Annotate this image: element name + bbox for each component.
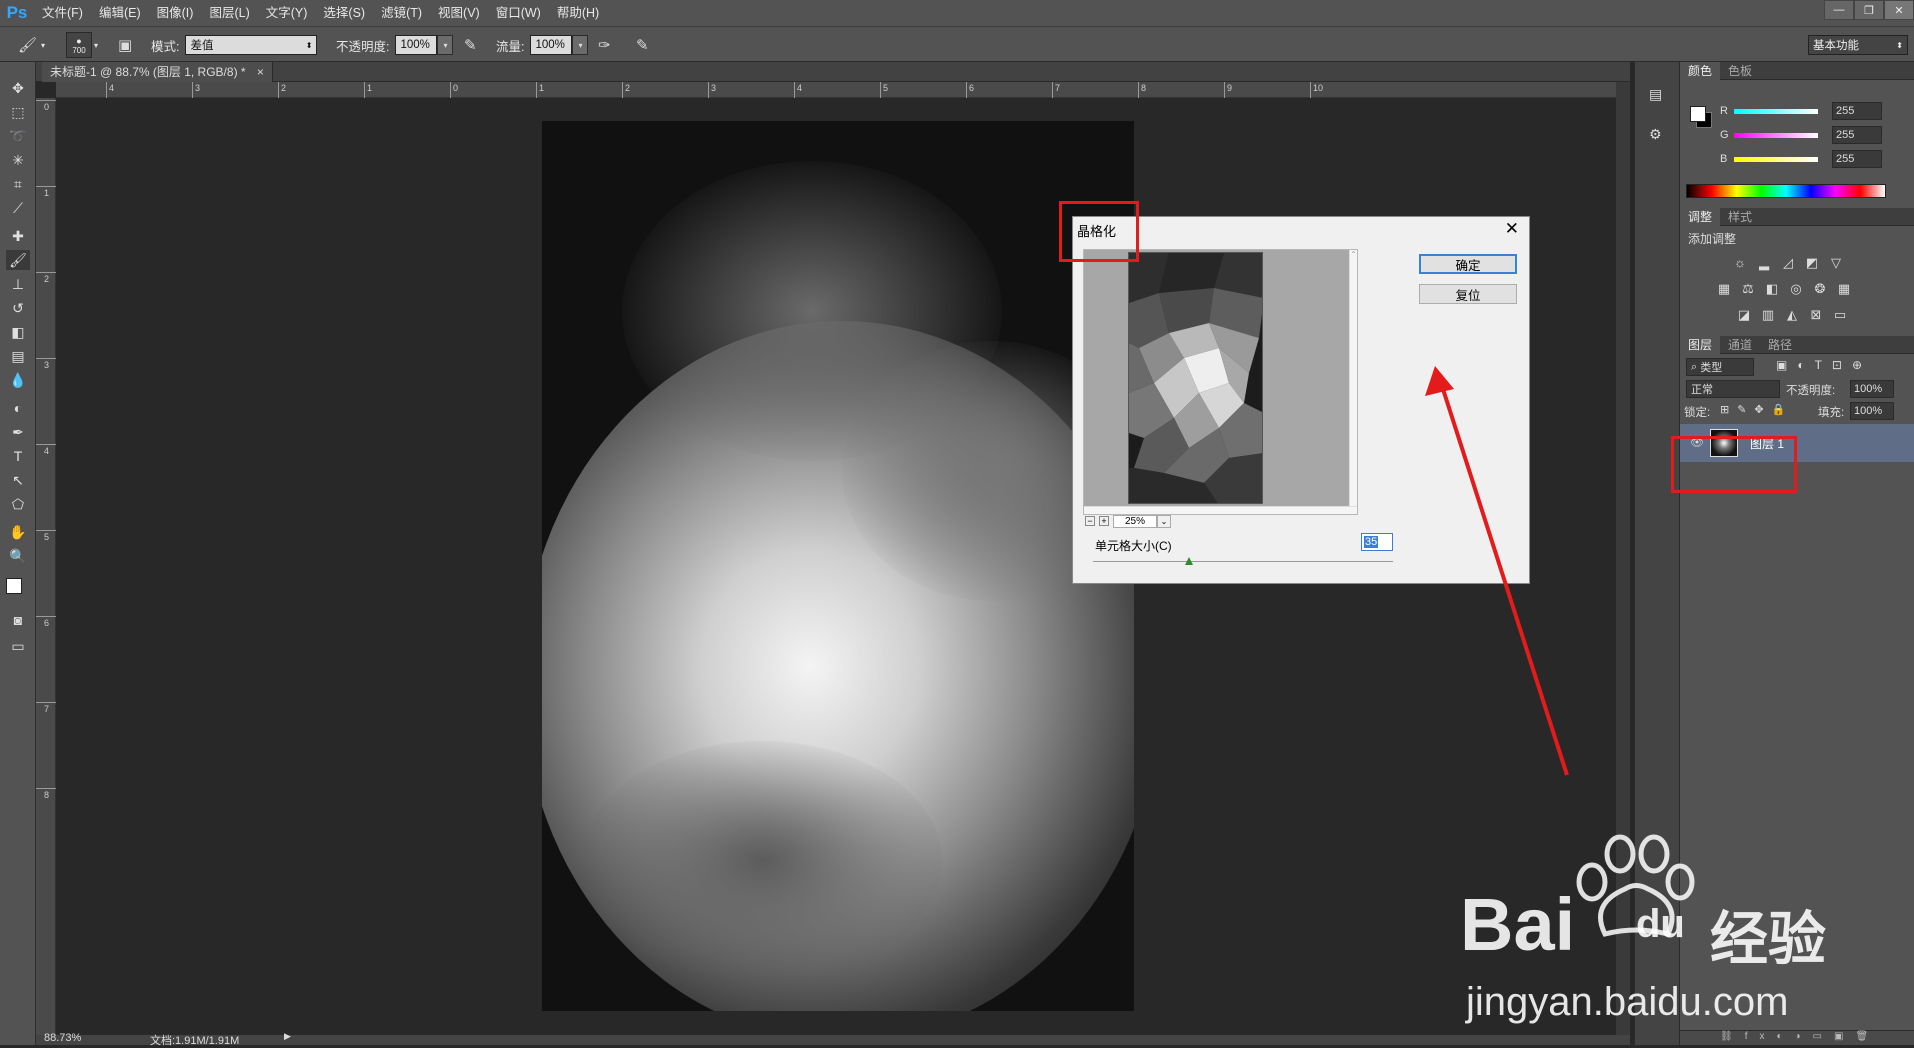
annotation-arrow-line bbox=[1440, 385, 1569, 776]
watermark-url: jingyan.baidu.com bbox=[1466, 980, 1789, 1024]
baidu-watermark: Bai du 经验 jingyan.baidu.com bbox=[1460, 830, 1900, 1030]
watermark-brand: Bai bbox=[1460, 883, 1576, 966]
annotation-arrow-head bbox=[1425, 366, 1454, 396]
watermark-brand-du: du bbox=[1636, 902, 1685, 946]
watermark-brand-cn: 经验 bbox=[1710, 905, 1827, 973]
